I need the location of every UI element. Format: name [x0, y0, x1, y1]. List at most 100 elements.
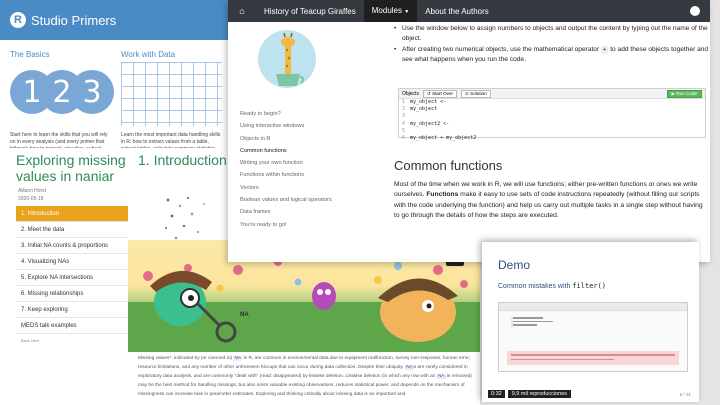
teacup-giraffes-window: ⌂ History of Teacup Giraffes Modules ▼ A…: [228, 0, 710, 262]
caret-down-icon: ▼: [404, 9, 410, 15]
line-number: 4: [402, 120, 406, 127]
github-icon[interactable]: [690, 6, 700, 16]
video-view-count: 9,9 mil reproducciones: [507, 389, 572, 398]
r-logo-icon[interactable]: R: [10, 12, 26, 28]
tile-title[interactable]: Work with Data: [121, 50, 222, 59]
post-date: 2020-05-18: [18, 196, 44, 202]
na-code: NA: [436, 374, 446, 380]
code-line: 4 my_object2 <-: [402, 121, 705, 128]
section-paragraph: Most of the time when we work in R, we w…: [394, 180, 708, 222]
bullet-text: After creating two numerical objects, us…: [402, 45, 602, 53]
paragraph-text: Missing values*, indicated by (or coerce…: [138, 356, 234, 361]
code-text: my_object + my_object2: [410, 135, 477, 142]
code-text: my_object: [410, 106, 438, 113]
nav-modules-dropdown[interactable]: Modules ▼: [363, 0, 418, 22]
screenshot-toolbar: [499, 303, 687, 311]
toc-item[interactable]: 3. Initial NA counts & proportions: [16, 238, 128, 254]
code-line: 5: [402, 128, 705, 135]
code-line: 6 my_object + my_object2: [402, 135, 705, 142]
run-code-label: Run Code: [676, 90, 697, 96]
sidebar-item[interactable]: Data frames: [240, 208, 370, 216]
code-text: my_object2 <-: [410, 120, 450, 127]
line-number: 5: [402, 127, 406, 134]
sidebar-topic-list: Ready to begin? Using interactive window…: [240, 110, 370, 233]
post-title: Exploring missing values in naniar: [16, 152, 126, 185]
sidebar-item-active[interactable]: Common functions: [240, 147, 370, 155]
toc-item[interactable]: MEDS talk examples: [16, 318, 128, 334]
intro-paragraph: Missing values*, indicated by (or coerce…: [138, 354, 478, 400]
subtitle-text: Common mistakes with: [498, 283, 573, 290]
sidebar-item[interactable]: Functions within functions: [240, 171, 370, 179]
desktop-collage: R Studio Primers The Basics 1 2 3 Start …: [0, 0, 720, 405]
slide-subtitle: Common mistakes with filter(): [498, 282, 606, 290]
slide-counter: 6 / 31: [679, 392, 691, 397]
code-line: 2 my_object: [402, 106, 705, 113]
solution-label: Solution: [470, 90, 487, 96]
sidebar-item[interactable]: Vectors: [240, 184, 370, 192]
tile-work-with-data[interactable]: Work with Data Learn the most important …: [121, 50, 222, 152]
run-code-button[interactable]: ▶ Run Code: [666, 89, 702, 98]
introduction-heading: 1. Introduction: [138, 152, 227, 168]
tutorial-content: Use the window below to assign numbers t…: [394, 22, 710, 262]
slide-title: Demo: [498, 258, 531, 272]
code-editor[interactable]: 1 my_object <- 2 my_object 3 4 my_object2 <…: [399, 99, 705, 142]
solution-button[interactable]: ⊙ Solution: [461, 89, 491, 98]
nav-site-title[interactable]: History of Teacup Giraffes: [256, 7, 364, 16]
toc-item[interactable]: 7. Keep exploring: [16, 302, 128, 318]
nav-about-link[interactable]: About the Authors: [417, 7, 497, 16]
toc-item[interactable]: 1. Introduction: [16, 206, 128, 222]
sidebar-item[interactable]: Objects in R: [240, 135, 370, 143]
line-number: 6: [402, 135, 406, 142]
home-icon[interactable]: ⌂: [228, 6, 256, 16]
exercise-label: Objects: [402, 90, 419, 97]
na-code: NA: [233, 356, 243, 361]
screenshot-code: [511, 317, 553, 329]
primers-header: R Studio Primers: [0, 0, 232, 40]
giraffe-logo: [258, 30, 316, 88]
post-author: Allison Horst: [18, 188, 47, 194]
code-line: 1 my_object <-: [402, 99, 705, 106]
toc-footer: Back Next: [21, 338, 40, 343]
instruction-bullet: After creating two numerical objects, us…: [394, 45, 710, 65]
video-player[interactable]: Demo Common mistakes with filter() 0:32 …: [482, 242, 699, 402]
tile-title[interactable]: The Basics: [10, 50, 111, 59]
nav-modules-label: Modules: [371, 6, 402, 15]
video-overlay: 0:32 9,9 mil reproducciones: [488, 389, 572, 398]
sidebar-item[interactable]: Boolean values and logical operators: [240, 196, 370, 204]
tutorial-sidebar: Ready to begin? Using interactive window…: [228, 22, 378, 262]
toc-item[interactable]: 4. Visualizing NAs: [16, 254, 128, 270]
code-line: 3: [402, 113, 705, 120]
primers-brand[interactable]: Studio Primers: [31, 13, 116, 28]
toc-item[interactable]: 5. Explore NA intersections: [16, 270, 128, 286]
toc-item[interactable]: 2. Meet the data: [16, 222, 128, 238]
code-exercise: Objects ↺ Start Over ⊙ Solution ▶ Run Co…: [398, 88, 706, 141]
rstudio-screenshot: [498, 302, 688, 372]
video-timestamp: 0:32: [488, 389, 505, 398]
start-over-button[interactable]: ↺ Start Over: [422, 89, 458, 98]
paragraph-bold: Functions: [426, 191, 459, 199]
sidebar-item[interactable]: Ready to begin?: [240, 110, 370, 118]
grid-artwork: [121, 62, 222, 126]
subtitle-code: filter(): [572, 282, 607, 290]
table-of-contents: 1. Introduction 2. Meet the data 3. Init…: [16, 206, 128, 343]
sidebar-item[interactable]: You're ready to go!: [240, 221, 370, 229]
numbers-artwork: 1 2 3: [10, 62, 114, 126]
line-number: 2: [402, 106, 406, 113]
navbar: ⌂ History of Teacup Giraffes Modules ▼ A…: [228, 0, 710, 22]
instruction-bullet: Use the window below to assign numbers t…: [394, 24, 710, 44]
exercise-toolbar: Objects ↺ Start Over ⊙ Solution ▶ Run Co…: [399, 89, 705, 99]
sidebar-item[interactable]: Using interactive windows: [240, 122, 370, 130]
number-bubble: 3: [70, 70, 114, 114]
demo-slide: Demo Common mistakes with filter(): [488, 246, 693, 396]
section-heading: Common functions: [394, 158, 503, 173]
toc-item[interactable]: 6. Missing relationships: [16, 286, 128, 302]
start-over-label: Start Over: [432, 90, 454, 96]
sidebar-item[interactable]: Writing your own function: [240, 159, 370, 167]
na-label: NA: [240, 312, 249, 318]
line-number: 3: [402, 113, 406, 120]
screenshot-error: [507, 351, 679, 365]
na-code: NA: [405, 365, 414, 371]
line-number: 1: [402, 99, 406, 105]
code-text: my_object <-: [410, 99, 447, 105]
tile-the-basics[interactable]: The Basics 1 2 3 Start here to learn the…: [10, 50, 114, 152]
